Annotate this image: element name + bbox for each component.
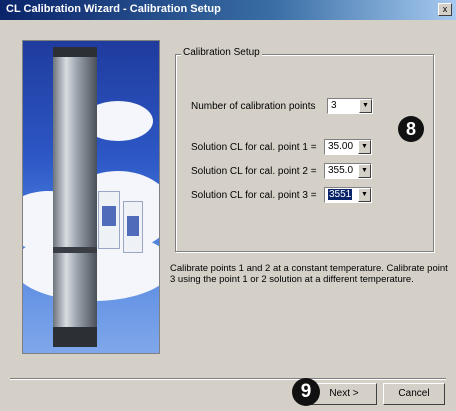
callout-9: 9	[292, 378, 320, 406]
wizard-window: CL Calibration Wizard - Calibration Setu…	[0, 0, 456, 411]
callout-8: 8	[398, 116, 424, 142]
point1-label: Solution CL for cal. point 1 =	[191, 142, 317, 153]
close-button[interactable]: x	[438, 3, 452, 16]
button-divider	[10, 378, 446, 380]
chevron-down-icon[interactable]: ▼	[358, 188, 371, 202]
chevron-down-icon[interactable]: ▼	[358, 140, 371, 154]
calibration-setup-group	[175, 54, 434, 252]
title-bar: CL Calibration Wizard - Calibration Setu…	[0, 0, 456, 20]
calibration-note: Calibrate points 1 and 2 at a constant t…	[170, 263, 448, 285]
point2-select[interactable]: 355.0 ▼	[324, 163, 372, 179]
cancel-button[interactable]: Cancel	[383, 383, 445, 405]
point3-label: Solution CL for cal. point 3 =	[191, 190, 317, 201]
probe-illustration	[22, 40, 160, 354]
point2-value: 355.0	[328, 165, 354, 176]
chevron-down-icon[interactable]: ▼	[359, 99, 372, 113]
point3-value: 3551	[328, 189, 353, 200]
point1-select[interactable]: 35.00 ▼	[324, 139, 372, 155]
point2-label: Solution CL for cal. point 2 =	[191, 166, 317, 177]
num-points-label: Number of calibration points	[191, 101, 316, 112]
next-button[interactable]: Next >	[311, 383, 377, 405]
window-title: CL Calibration Wizard - Calibration Setu…	[6, 3, 221, 15]
point3-select[interactable]: 3551 ▼	[324, 187, 372, 203]
chevron-down-icon[interactable]: ▼	[358, 164, 371, 178]
group-label: Calibration Setup	[181, 47, 262, 58]
point1-value: 35.00	[328, 141, 354, 152]
num-points-value: 3	[331, 100, 337, 111]
num-points-select[interactable]: 3 ▼	[327, 98, 373, 114]
probe-icon	[53, 47, 97, 347]
